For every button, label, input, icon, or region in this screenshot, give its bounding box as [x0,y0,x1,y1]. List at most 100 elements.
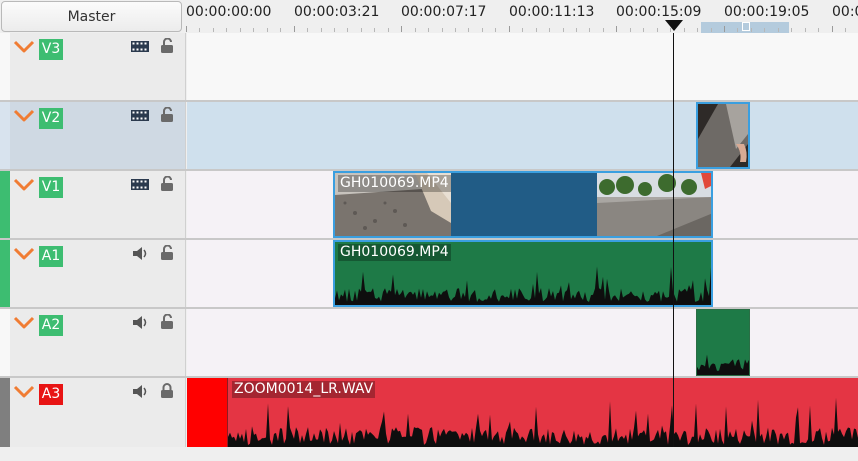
video-clip-thumbnail[interactable] [696,102,750,169]
track-lane-v3[interactable] [187,33,858,100]
film-strip-icon[interactable] [131,177,149,192]
ruler-tick [199,28,200,32]
track-name-v2[interactable]: V2 [39,108,63,129]
waveform-shape [697,354,749,375]
film-strip-icon[interactable] [131,108,149,123]
timeline-ruler[interactable]: 00:00:00:00 00:00:03:21 00:00:07:17 00:0… [186,0,858,33]
ruler-tick [226,28,227,32]
track-header-a2: A2 [0,309,186,376]
ruler-tick [832,26,833,32]
speaker-icon[interactable] [131,246,149,261]
ruler-tick [213,28,214,32]
ruler-tick [603,28,604,32]
chevron-down-icon[interactable] [13,246,35,262]
speaker-icon[interactable] [131,315,149,330]
ruler-tick [307,28,308,32]
audio-clip-gh010069[interactable]: GH010069.MP4 [333,240,713,307]
ruler-tick [643,28,644,32]
playhead-line[interactable] [673,33,674,447]
timecode-label: 00:00:15:09 [616,4,702,20]
ruler-tick [845,28,846,32]
ruler-tick [522,28,523,32]
unlock-icon[interactable] [160,314,174,330]
ruler-tick [361,28,362,32]
track-lane-a1[interactable]: GH010069.MP4 [187,240,858,307]
ruler-tick [724,26,725,32]
track-a3: A3 ZOOM0014_LR.WAV [0,378,858,447]
ruler-tick [442,28,443,32]
ruler-tick [294,26,295,32]
track-lane-a3[interactable]: ZOOM0014_LR.WAV [187,378,858,447]
clip-label: GH010069.MP4 [338,175,451,192]
ruler-tick [791,28,792,32]
ruler-tick [751,28,752,32]
ruler-tick [455,28,456,32]
ruler-tick [657,28,658,32]
ruler-tick [267,28,268,32]
track-status-bar [0,33,10,100]
ruler-tick [616,26,617,32]
ruler-tick [778,28,779,32]
waveform-shape [228,397,858,447]
zone-handle[interactable] [742,22,750,31]
waveform-shape [335,266,711,305]
playhead-marker[interactable] [665,20,683,31]
track-status-bar [0,171,10,238]
ruler-tick [563,28,564,32]
unlock-icon[interactable] [160,176,174,192]
ruler-tick [240,28,241,32]
ruler-tick [253,28,254,32]
clip-thumbnail-end [597,173,711,236]
speaker-icon[interactable] [131,384,149,399]
clip-label: GH010069.MP4 [338,244,451,261]
track-v2: V2 [0,102,858,171]
ruler-tick [415,28,416,32]
ruler-tick [186,26,187,32]
lock-icon[interactable] [160,383,174,399]
ruler-tick [374,28,375,32]
track-name-v1[interactable]: V1 [39,177,63,198]
ruler-tick [805,28,806,32]
audio-clip-a2[interactable] [696,309,750,376]
track-lane-a2[interactable] [187,309,858,376]
clip-red-segment[interactable] [187,378,227,447]
unlock-icon[interactable] [160,38,174,54]
master-button[interactable]: Master [1,1,182,32]
clip-thumbnail [698,104,748,167]
chevron-down-icon[interactable] [13,315,35,331]
ruler-tick [495,28,496,32]
clip-label: ZOOM0014_LR.WAV [232,381,376,398]
track-name-a1[interactable]: A1 [39,246,63,267]
ruler-tick [764,28,765,32]
ruler-tick [428,28,429,32]
ruler-tick [347,28,348,32]
unlock-icon[interactable] [160,107,174,123]
chevron-down-icon[interactable] [13,39,35,55]
track-status-bar [0,309,10,376]
track-status-bar [0,378,10,447]
ruler-tick [684,28,685,32]
track-name-v3[interactable]: V3 [39,39,63,60]
film-strip-icon[interactable] [131,39,149,54]
video-clip-gh010069[interactable]: GH010069.MP4 [333,171,713,238]
ruler-tick [388,28,389,32]
track-lane-v2[interactable] [187,102,858,169]
timecode-label: 00:00:11:13 [509,4,595,20]
track-header-v2: V2 [0,102,186,169]
track-header-a1: A1 [0,240,186,307]
chevron-down-icon[interactable] [13,384,35,400]
track-name-a2[interactable]: A2 [39,315,63,336]
track-lane-v1[interactable]: GH010069.MP4 [187,171,858,238]
ruler-tick [576,28,577,32]
chevron-down-icon[interactable] [13,177,35,193]
audio-clip-zoom0014[interactable]: ZOOM0014_LR.WAV [227,378,858,447]
unlock-icon[interactable] [160,245,174,261]
track-name-a3[interactable]: A3 [39,384,63,405]
ruler-tick [321,28,322,32]
ruler-tick [697,28,698,32]
ruler-tick [509,26,510,32]
ruler-tick [468,28,469,32]
chevron-down-icon[interactable] [13,108,35,124]
ruler-tick [334,28,335,32]
track-header-v1: V1 [0,171,186,238]
